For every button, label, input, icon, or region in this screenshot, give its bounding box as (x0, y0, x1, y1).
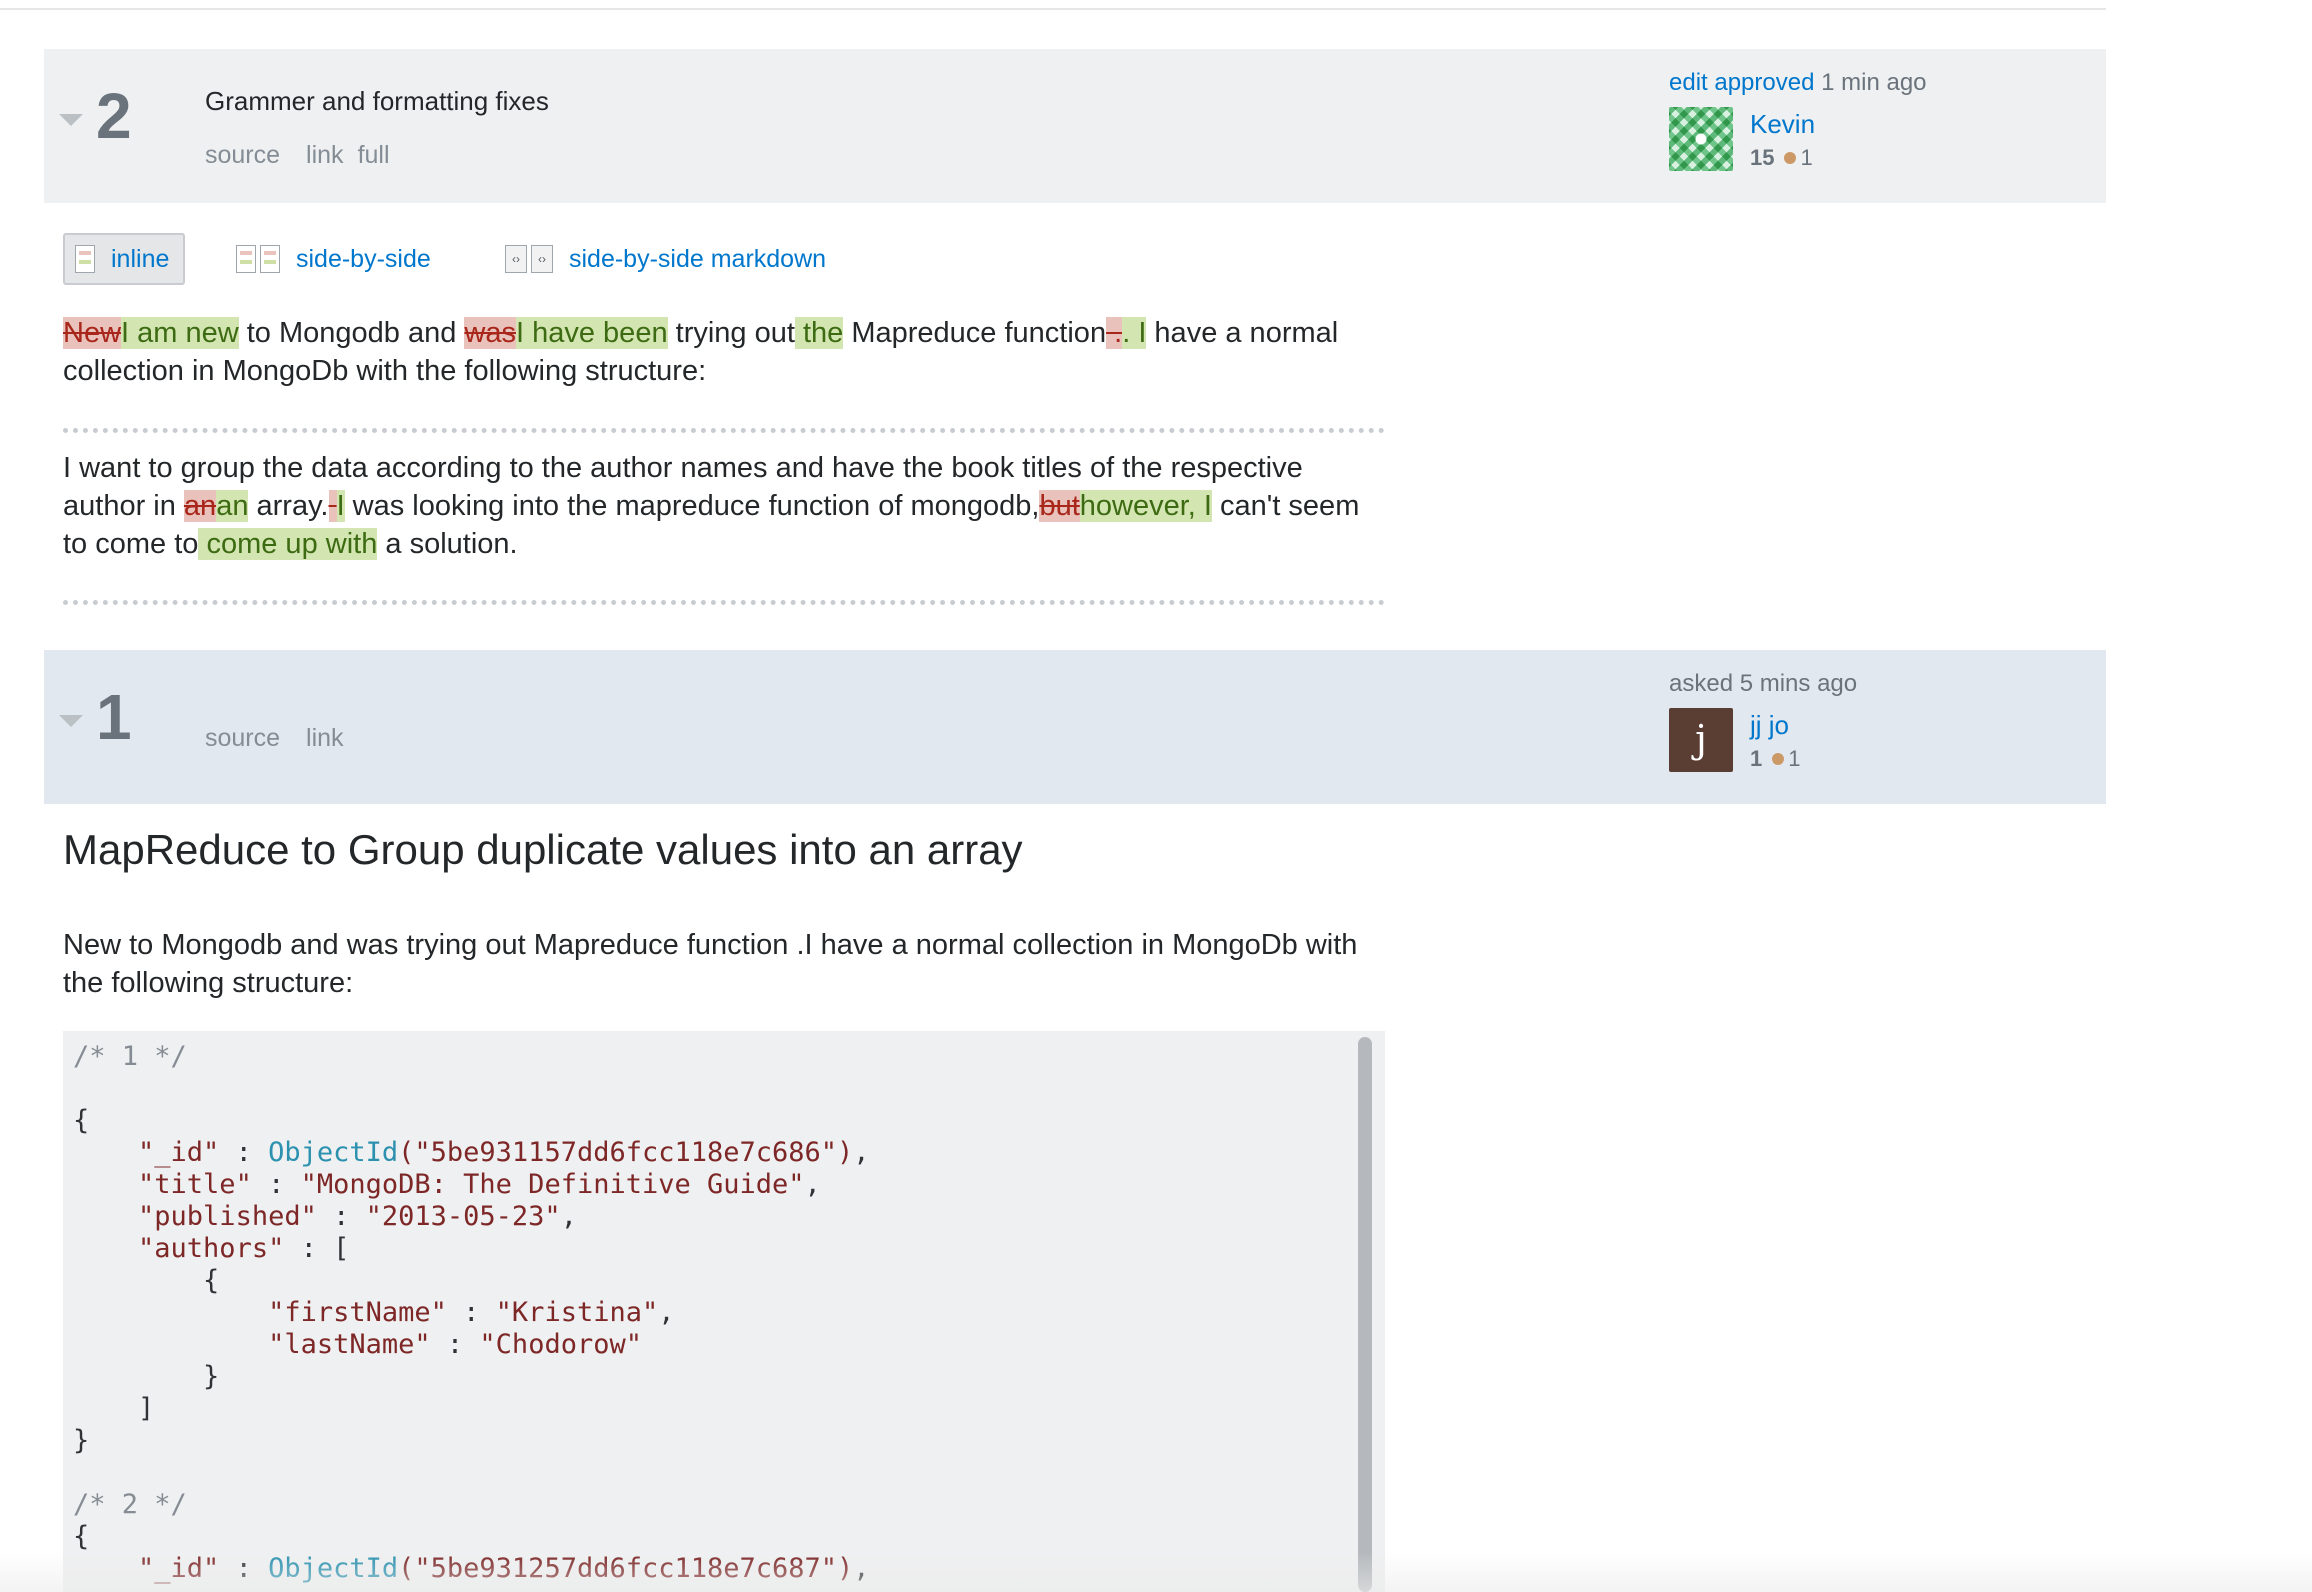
user-reputation: 15 1 (1750, 145, 1813, 171)
inserted-text: . I (1122, 317, 1147, 349)
inserted-text: however, I (1079, 490, 1212, 522)
question-title: MapReduce to Group duplicate values into… (63, 826, 1023, 873)
code-key: "_id" (138, 1137, 220, 1168)
deleted-text: an (183, 490, 217, 522)
side-by-side-diff-icon (236, 245, 256, 273)
diff-paragraph: I want to group the data according to th… (63, 449, 1385, 563)
code-scrollbar[interactable] (1358, 1037, 1372, 1592)
paragraph-separator (63, 428, 1385, 433)
diff-paragraph: NewI am new to Mongodb and wasI have bee… (63, 314, 1385, 390)
code-key: "firstName" (268, 1297, 447, 1328)
revision-comment: Grammer and formatting fixes (205, 86, 549, 116)
link-link[interactable]: link (306, 141, 344, 169)
unchanged-text: was looking into the mapreduce function … (344, 490, 1040, 522)
user-reputation: 11 (1750, 746, 1801, 772)
code-string: "2013-05-23" (365, 1201, 561, 1232)
unchanged-text: array. (248, 490, 329, 522)
markdown-code-icon: ‹› (531, 245, 553, 273)
code-comment: /* 2 */ (73, 1489, 187, 1520)
side-by-side-markdown-toggle[interactable]: ‹› ‹› side-by-side markdown (505, 233, 826, 285)
code-key: "lastName" (268, 1329, 431, 1360)
toggle-label: side-by-side markdown (569, 244, 827, 273)
inserted-text: I am new (121, 317, 239, 349)
action-time[interactable]: 5 mins ago (1740, 670, 1857, 697)
code-string: "Kristina" (495, 1297, 659, 1328)
question-body: New to Mongodb and was trying out Mapred… (63, 929, 1358, 999)
code-key: "authors" (138, 1233, 285, 1264)
revision-2-header: 2 Grammer and formatting fixes source lin… (44, 49, 2106, 203)
unchanged-text: Mapreduce function (843, 317, 1107, 349)
code-key: "title" (138, 1169, 252, 1200)
asker-user-card: asked 5 mins ago j jj jo 11 (1669, 670, 2089, 776)
deleted-text: . (1106, 317, 1123, 349)
revision-number: 2 (96, 80, 132, 152)
inline-diff-icon (75, 245, 95, 273)
avatar[interactable]: j (1669, 708, 1733, 772)
deleted-text: New (63, 317, 122, 349)
toggle-label: inline (111, 244, 170, 273)
code-string: ("5be931257dd6fcc118e7c687") (398, 1553, 854, 1584)
source-link[interactable]: source (205, 141, 280, 169)
avatar[interactable] (1669, 107, 1733, 171)
bronze-count: 1 (1788, 746, 1801, 771)
source-link[interactable]: source (205, 724, 280, 752)
editor-user-card: edit approved 1 min ago Kevin 15 1 (1669, 69, 2089, 175)
unchanged-text: to Mongodb and (238, 317, 465, 349)
inserted-text: the (794, 317, 844, 349)
revision-1-header: 1 source link asked 5 mins ago j jj jo 11 (44, 650, 2106, 804)
deleted-text (328, 490, 337, 522)
bronze-count: 1 (1800, 145, 1813, 170)
user-row: Kevin 15 1 (1669, 107, 2089, 175)
link-link[interactable]: link (306, 724, 344, 752)
action-line: asked 5 mins ago (1669, 670, 2089, 698)
bronze-badge-icon (1772, 753, 1785, 765)
collapse-arrow-icon[interactable] (59, 715, 83, 727)
top-divider (0, 8, 2106, 10)
inserted-text: come up with (198, 528, 378, 560)
deleted-text: was (464, 317, 516, 349)
inline-view-toggle[interactable]: inline (63, 233, 185, 285)
code-string: ("5be931157dd6fcc118e7c686") (398, 1137, 854, 1168)
full-link[interactable]: full (358, 141, 390, 169)
bronze-badge-icon (1784, 152, 1797, 164)
markdown-code-icon: ‹› (505, 245, 527, 273)
code-comment: /* 1 */ (73, 1041, 187, 1072)
user-name[interactable]: Kevin (1750, 109, 1815, 140)
inserted-text: I (336, 490, 345, 522)
edit-approved-link[interactable]: edit approved (1669, 69, 1814, 96)
user-row: j jj jo 11 (1669, 708, 2089, 776)
code-key: "published" (138, 1201, 317, 1232)
action-line: edit approved 1 min ago (1669, 69, 2089, 97)
deleted-text: but (1039, 490, 1080, 522)
code-function: ObjectId (268, 1553, 399, 1584)
reputation-score: 1 (1750, 746, 1763, 771)
inserted-text: an (216, 490, 249, 522)
code-string: "Chodorow" (479, 1329, 642, 1360)
code-function: ObjectId (268, 1137, 399, 1168)
toggle-label: side-by-side (296, 244, 431, 273)
unchanged-text: a solution. (377, 528, 518, 560)
code-key: "_id" (138, 1553, 220, 1584)
revision-links: source link (205, 724, 370, 753)
revision-number: 1 (96, 681, 132, 753)
side-by-side-diff-icon (260, 245, 280, 273)
code-text: /* 1 */ { "_id" : ObjectId("5be931157dd6… (73, 1041, 870, 1584)
action-time[interactable]: 1 min ago (1821, 69, 1926, 96)
code-string: "MongoDB: The Definitive Guide" (300, 1169, 805, 1200)
user-name[interactable]: jj jo (1750, 710, 1789, 741)
paragraph-separator (63, 600, 1385, 605)
inserted-text: I have been (516, 317, 668, 349)
code-block[interactable]: /* 1 */ { "_id" : ObjectId("5be931157dd6… (63, 1031, 1385, 1592)
reputation-score: 15 (1750, 145, 1775, 170)
revision-links: source link full (205, 141, 416, 170)
collapse-arrow-icon[interactable] (59, 114, 83, 126)
side-by-side-view-toggle[interactable]: side-by-side (236, 233, 431, 285)
asked-label: asked (1669, 670, 1734, 697)
unchanged-text: trying out (667, 317, 795, 349)
